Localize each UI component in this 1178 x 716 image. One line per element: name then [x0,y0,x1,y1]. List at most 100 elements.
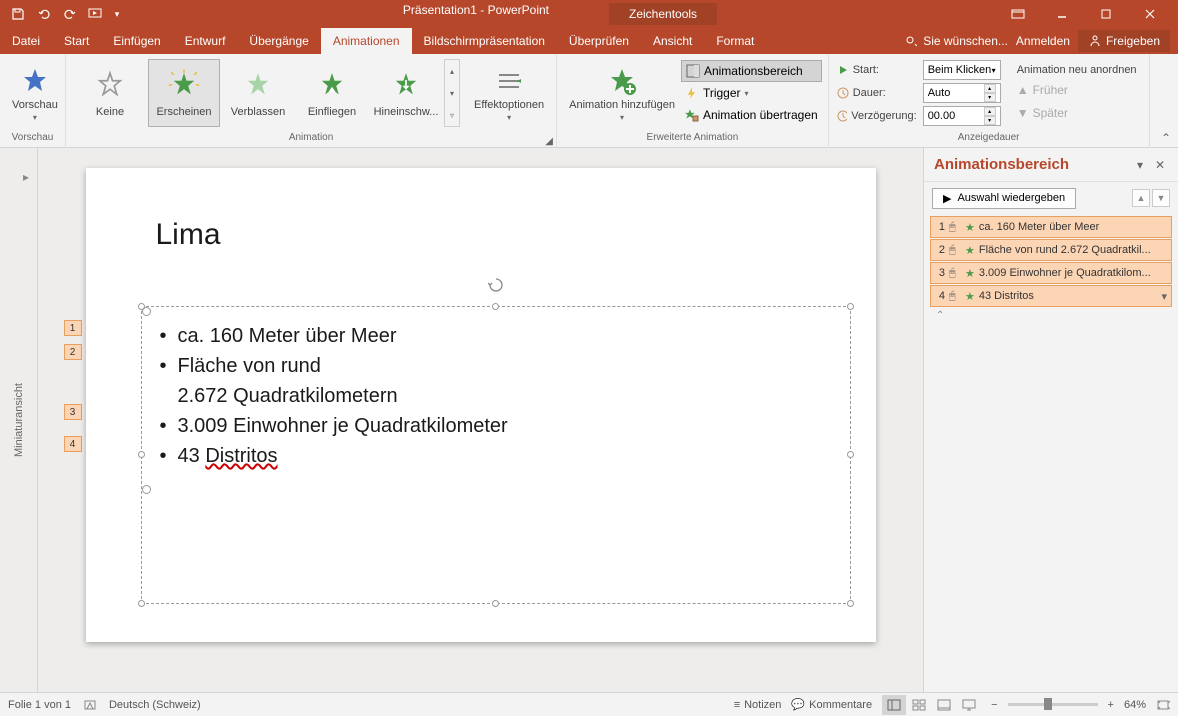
tab-einfuegen[interactable]: Einfügen [101,28,172,54]
resize-handle[interactable] [847,451,854,458]
bullet-item[interactable]: ca. 160 Meter über Meer [160,321,832,351]
delay-input[interactable]: 00.00▴▾ [923,106,1001,126]
collapse-ribbon-button[interactable]: ⌃ [1158,131,1174,145]
sorter-view-button[interactable] [907,695,931,715]
tab-format[interactable]: Format [704,28,766,54]
bullet-item[interactable]: Fläche von rund 2.672 Quadratkilometern [160,351,460,411]
rotate-handle[interactable] [488,277,504,293]
anim-list-item[interactable]: 4🖱★43 Distritos▾ [930,285,1172,307]
tab-bildschirm[interactable]: Bildschirmpräsentation [412,28,557,54]
move-later-button[interactable]: ▼Später [1013,102,1141,124]
preview-button[interactable]: Vorschau▾ [6,57,64,129]
anim-list-item[interactable]: 2🖱★Fläche von rund 2.672 Quadratkil... [930,239,1172,261]
minimize-button[interactable] [1042,2,1082,26]
ribbon: Vorschau▾ Vorschau Keine Erscheinen Verb… [0,54,1178,148]
anim-none[interactable]: Keine [74,59,146,127]
close-button[interactable] [1130,2,1170,26]
resize-handle[interactable] [492,600,499,607]
bullet-list[interactable]: ca. 160 Meter über Meer Fläche von rund … [142,307,850,485]
tab-animationen[interactable]: Animationen [321,28,412,54]
bullet-item[interactable]: 3.009 Einwohner je Quadratkilometer [160,411,832,441]
zoom-level[interactable]: 64% [1124,699,1146,711]
start-from-beginning-button[interactable] [84,2,108,26]
slideshow-view-button[interactable] [957,695,981,715]
animation-pane: Animationsbereich ▾ ✕ ▶Auswahl wiedergeb… [923,148,1178,692]
quick-access-toolbar: ▾ [0,2,130,26]
zoom-slider[interactable] [1008,703,1098,706]
pane-options[interactable]: ▾ [1132,157,1148,173]
resize-handle[interactable] [492,303,499,310]
tab-uebergaenge[interactable]: Übergänge [237,28,320,54]
anim-list-item[interactable]: 3🖱★3.009 Einwohner je Quadratkilom... [930,262,1172,284]
animation-group-launcher[interactable]: ◢ [544,136,554,146]
duration-label: Dauer: [837,87,917,99]
tab-ansicht[interactable]: Ansicht [641,28,704,54]
slide-title[interactable]: Lima [156,218,221,252]
slide-editor[interactable]: 1 2 3 4 Lima ca. 160 Meter über Meer Flä… [38,148,923,692]
duration-input[interactable]: Auto▴▾ [923,83,1001,103]
resize-handle[interactable] [138,600,145,607]
animation-pane-toggle[interactable]: Animationsbereich [681,60,822,82]
anim-tag-1[interactable]: 1 [64,320,82,336]
anim-tag-4[interactable]: 4 [64,436,82,452]
start-dropdown[interactable]: Beim Klicken▾ [923,60,1001,80]
tab-start[interactable]: Start [52,28,101,54]
workspace: Miniaturansicht ▸ 1 2 3 4 Lima ca. 160 M… [0,148,1178,692]
anim-fade[interactable]: Verblassen [222,59,294,127]
ribbon-display-options[interactable] [998,2,1038,26]
bullet-item[interactable]: 43 Distritos [160,441,832,471]
group-animation: Keine Erscheinen Verblassen Einfliegen H… [66,54,557,148]
tab-datei[interactable]: Datei [0,28,52,54]
qat-customize-button[interactable]: ▾ [110,2,124,26]
signin-link[interactable]: Anmelden [1016,34,1070,48]
zoom-out-button[interactable]: − [991,699,997,711]
animation-list: 1🖱★ca. 160 Meter über Meer 2🖱★Fläche von… [924,214,1178,692]
zoom-in-button[interactable]: + [1108,699,1114,711]
tab-ueberpruefen[interactable]: Überprüfen [557,28,641,54]
share-button[interactable]: Freigeben [1078,30,1170,52]
comments-button[interactable]: 💬 Kommentare [791,698,872,711]
anim-flyin[interactable]: Einfliegen [296,59,368,127]
thumbnail-expand[interactable]: ▸ [23,170,29,184]
tab-entwurf[interactable]: Entwurf [173,28,238,54]
save-button[interactable] [6,2,30,26]
pane-move-up[interactable]: ▲ [1132,189,1150,207]
pane-title: Animationsbereich [934,156,1069,173]
maximize-button[interactable] [1086,2,1126,26]
effect-options-button[interactable]: Effektoptionen▾ [468,57,550,129]
play-selection-button[interactable]: ▶Auswahl wiedergeben [932,188,1076,209]
resize-handle[interactable] [138,451,145,458]
window-title-area: Präsentation1 - PowerPoint Zeichentools [130,3,990,25]
resize-handle[interactable] [847,303,854,310]
fit-to-window-button[interactable] [1156,699,1170,711]
anim-tag-2[interactable]: 2 [64,344,82,360]
slide-canvas[interactable]: Lima ca. 160 Meter über Meer Fläche von … [86,168,876,642]
add-animation-button[interactable]: Animation hinzufügen▾ [563,57,681,129]
redo-button[interactable] [58,2,82,26]
anim-tag-3[interactable]: 3 [64,404,82,420]
reading-view-button[interactable] [932,695,956,715]
anim-list-item[interactable]: 1🖱★ca. 160 Meter über Meer [930,216,1172,238]
status-bar: Folie 1 von 1 Deutsch (Schweiz) ≡ Notize… [0,692,1178,716]
ribbon-tabs: Datei Start Einfügen Entwurf Übergänge A… [0,28,1178,54]
collapse-list[interactable]: ⌃ [930,308,1172,323]
undo-button[interactable] [32,2,56,26]
anim-floatin[interactable]: Hineinschw... [370,59,442,127]
resize-handle[interactable] [847,600,854,607]
normal-view-button[interactable] [882,695,906,715]
tell-me-search[interactable]: Sie wünschen... [905,34,1008,48]
spell-check-icon[interactable] [83,698,97,712]
language-indicator[interactable]: Deutsch (Schweiz) [109,699,201,711]
slide-indicator[interactable]: Folie 1 von 1 [8,699,71,711]
pane-close[interactable]: ✕ [1152,157,1168,173]
notes-button[interactable]: ≡ Notizen [734,699,782,711]
content-placeholder[interactable]: ca. 160 Meter über Meer Fläche von rund … [141,306,851,604]
move-earlier-button[interactable]: ▲Früher [1013,79,1141,101]
resize-handle[interactable] [138,303,145,310]
pane-move-down[interactable]: ▼ [1152,189,1170,207]
start-label: Start: [837,64,917,76]
trigger-button[interactable]: Trigger▾ [681,82,822,104]
animation-painter-button[interactable]: Animation übertragen [681,104,822,126]
anim-appear[interactable]: Erscheinen [148,59,220,127]
gallery-expand[interactable]: ▴▾▿ [444,59,460,127]
